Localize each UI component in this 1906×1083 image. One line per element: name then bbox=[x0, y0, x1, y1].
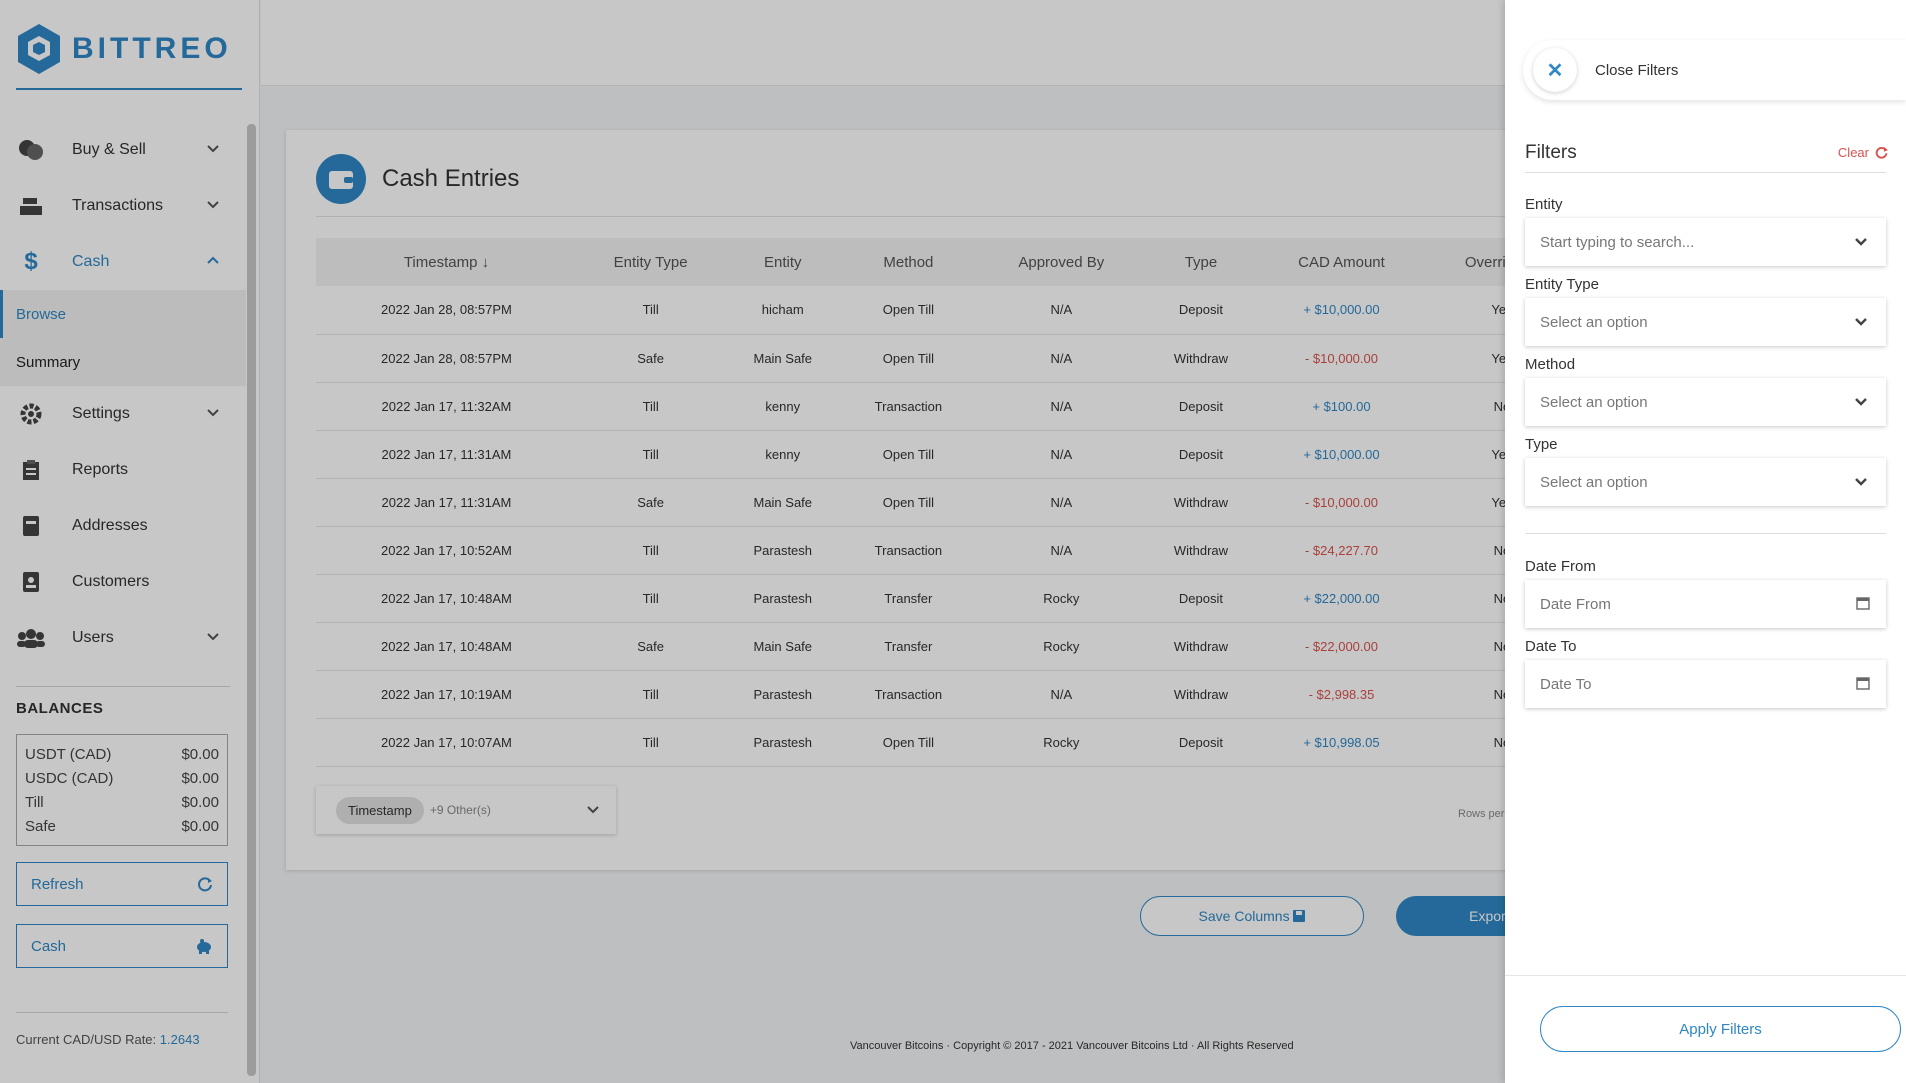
entity-type-select[interactable]: Select an option bbox=[1525, 298, 1886, 346]
entity-type-label: Entity Type bbox=[1525, 276, 1599, 293]
entity-placeholder: Start typing to search... bbox=[1540, 233, 1695, 251]
clear-filters-button[interactable]: Clear bbox=[1838, 145, 1888, 160]
chevron-down-icon bbox=[1855, 398, 1867, 406]
modal-overlay[interactable] bbox=[0, 0, 1505, 1083]
date-to-placeholder: Date To bbox=[1540, 675, 1592, 693]
chevron-down-icon bbox=[1855, 318, 1867, 326]
method-label: Method bbox=[1525, 356, 1576, 373]
filters-separator bbox=[1525, 533, 1886, 534]
date-from-placeholder: Date From bbox=[1540, 595, 1611, 613]
method-select[interactable]: Select an option bbox=[1525, 378, 1886, 426]
panel-footer-divider bbox=[1505, 975, 1906, 976]
date-from-input[interactable]: Date From bbox=[1525, 580, 1886, 628]
date-to-input[interactable]: Date To bbox=[1525, 660, 1886, 708]
calendar-icon bbox=[1856, 597, 1870, 610]
filters-title: Filters bbox=[1525, 142, 1577, 163]
filters-panel: ✕ Close Filters Filters Clear Entity Sta… bbox=[1505, 0, 1906, 1083]
date-from-label: Date From bbox=[1525, 558, 1596, 575]
entity-search-select[interactable]: Start typing to search... bbox=[1525, 218, 1886, 266]
apply-filters-button[interactable]: Apply Filters bbox=[1540, 1006, 1901, 1052]
close-icon: ✕ bbox=[1533, 48, 1577, 92]
type-select[interactable]: Select an option bbox=[1525, 458, 1886, 506]
date-to-label: Date To bbox=[1525, 638, 1577, 655]
filters-divider bbox=[1525, 172, 1886, 173]
clear-label: Clear bbox=[1837, 145, 1869, 160]
close-filters-label: Close Filters bbox=[1595, 61, 1679, 79]
refresh-icon bbox=[1875, 146, 1888, 159]
method-value: Select an option bbox=[1540, 393, 1648, 411]
type-value: Select an option bbox=[1540, 473, 1648, 491]
type-label: Type bbox=[1525, 436, 1558, 453]
entity-type-value: Select an option bbox=[1540, 313, 1648, 331]
chevron-down-icon bbox=[1855, 478, 1867, 486]
calendar-icon bbox=[1856, 677, 1870, 690]
close-filters-button[interactable]: ✕ Close Filters bbox=[1523, 40, 1906, 100]
chevron-down-icon bbox=[1855, 238, 1867, 246]
entity-label: Entity bbox=[1525, 196, 1563, 213]
